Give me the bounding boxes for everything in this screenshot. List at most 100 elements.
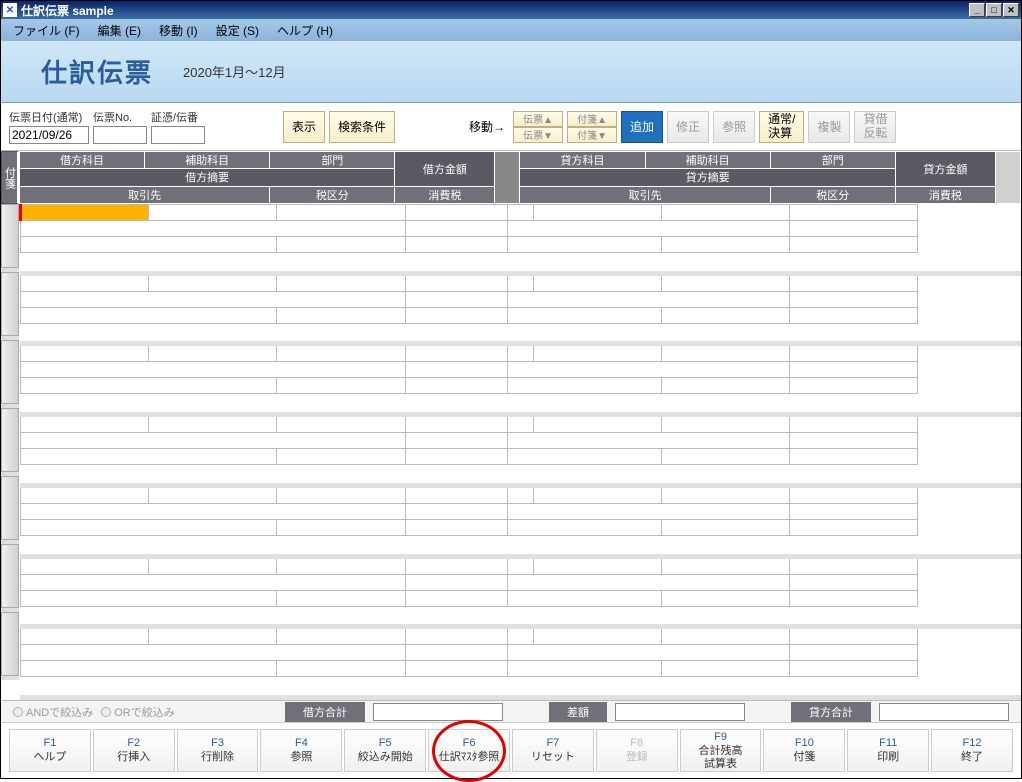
cell[interactable] <box>790 362 918 378</box>
cell[interactable] <box>662 629 790 645</box>
cell[interactable] <box>277 558 405 574</box>
cell[interactable] <box>662 487 790 503</box>
type-button[interactable]: 通常/ 決算 <box>759 111 804 143</box>
cell[interactable] <box>405 417 508 433</box>
cell[interactable] <box>21 417 149 433</box>
table-row[interactable] <box>21 221 1021 237</box>
cell[interactable] <box>508 205 534 221</box>
cell[interactable] <box>21 519 277 535</box>
cell[interactable] <box>662 275 790 291</box>
table-row[interactable] <box>21 378 1021 394</box>
fkey-f2[interactable]: F2行挿入 <box>93 729 175 772</box>
date-input[interactable] <box>9 126 89 144</box>
cell[interactable] <box>21 449 277 465</box>
cell[interactable] <box>508 307 662 323</box>
cell[interactable] <box>405 645 508 661</box>
row-handle[interactable] <box>1 544 19 608</box>
cell[interactable] <box>790 487 918 503</box>
cell[interactable] <box>662 205 790 221</box>
cell[interactable] <box>277 487 405 503</box>
cell[interactable] <box>277 346 405 362</box>
table-row[interactable] <box>21 205 1021 221</box>
cell[interactable] <box>405 307 508 323</box>
cell[interactable] <box>790 307 918 323</box>
cell[interactable] <box>508 629 534 645</box>
table-row[interactable] <box>21 487 1021 503</box>
cell[interactable] <box>662 590 790 606</box>
table-row[interactable] <box>21 362 1021 378</box>
table-row[interactable] <box>21 449 1021 465</box>
cell[interactable] <box>405 275 508 291</box>
cell[interactable] <box>405 661 508 677</box>
cell[interactable] <box>277 590 405 606</box>
cell[interactable] <box>662 346 790 362</box>
cell[interactable] <box>21 629 149 645</box>
cell[interactable] <box>405 362 508 378</box>
fkey-f6[interactable]: F6仕訳ﾏｽﾀ参照 <box>428 729 510 772</box>
and-filter-radio[interactable]: ANDで絞込み <box>13 704 93 720</box>
cell[interactable] <box>662 417 790 433</box>
data-scroll[interactable] <box>1 204 1021 700</box>
row-handle[interactable] <box>1 476 19 540</box>
cell[interactable] <box>21 237 277 253</box>
cell[interactable] <box>405 221 508 237</box>
cell[interactable] <box>21 645 406 661</box>
table-row[interactable] <box>21 417 1021 433</box>
table-row[interactable] <box>21 558 1021 574</box>
cell[interactable] <box>277 307 405 323</box>
cell[interactable] <box>508 558 534 574</box>
cell[interactable] <box>277 378 405 394</box>
cell[interactable] <box>508 237 662 253</box>
cell[interactable] <box>508 661 662 677</box>
fusen-down-button[interactable]: 付箋▼ <box>567 127 617 143</box>
table-row[interactable] <box>21 291 1021 307</box>
cell[interactable] <box>533 417 661 433</box>
row-handle[interactable] <box>1 272 19 336</box>
cell[interactable] <box>277 449 405 465</box>
cell[interactable] <box>21 433 406 449</box>
cell[interactable] <box>21 503 406 519</box>
cell[interactable] <box>149 205 277 221</box>
cell[interactable] <box>277 417 405 433</box>
cell[interactable] <box>21 205 149 221</box>
cell[interactable] <box>508 378 662 394</box>
cell[interactable] <box>21 307 277 323</box>
cell[interactable] <box>149 346 277 362</box>
table-row[interactable] <box>21 465 1021 484</box>
menu-settings[interactable]: 設定 (S) <box>208 20 267 41</box>
cell[interactable] <box>790 629 918 645</box>
cell[interactable] <box>790 519 918 535</box>
cell[interactable] <box>405 503 508 519</box>
fkey-f9[interactable]: F9合計残高 試算表 <box>680 729 762 772</box>
table-row[interactable] <box>21 606 1021 625</box>
table-row[interactable] <box>21 629 1021 645</box>
close-button[interactable]: ✕ <box>1003 3 1019 17</box>
cell[interactable] <box>533 346 661 362</box>
cell[interactable] <box>277 629 405 645</box>
denpyo-no-input[interactable] <box>93 126 147 144</box>
data-table[interactable] <box>19 204 1021 700</box>
cell[interactable] <box>662 237 790 253</box>
cell[interactable] <box>405 590 508 606</box>
table-row[interactable] <box>21 237 1021 253</box>
cell[interactable] <box>662 307 790 323</box>
table-row[interactable] <box>21 253 1021 272</box>
cell[interactable] <box>149 417 277 433</box>
cell[interactable] <box>790 433 918 449</box>
cell[interactable] <box>405 237 508 253</box>
cell[interactable] <box>790 205 918 221</box>
cell[interactable] <box>405 433 508 449</box>
cell[interactable] <box>662 661 790 677</box>
cell[interactable] <box>149 558 277 574</box>
cell[interactable] <box>508 291 790 307</box>
menu-edit[interactable]: 編集 (E) <box>90 20 149 41</box>
table-row[interactable] <box>21 346 1021 362</box>
search-cond-button[interactable]: 検索条件 <box>329 111 395 143</box>
cell[interactable] <box>533 205 661 221</box>
cell[interactable] <box>790 503 918 519</box>
cell[interactable] <box>508 487 534 503</box>
cell[interactable] <box>149 629 277 645</box>
copy-button[interactable]: 複製 <box>808 111 850 143</box>
denpyo-up-button[interactable]: 伝票▲ <box>513 111 563 127</box>
or-filter-radio[interactable]: ORで絞込み <box>101 704 175 720</box>
